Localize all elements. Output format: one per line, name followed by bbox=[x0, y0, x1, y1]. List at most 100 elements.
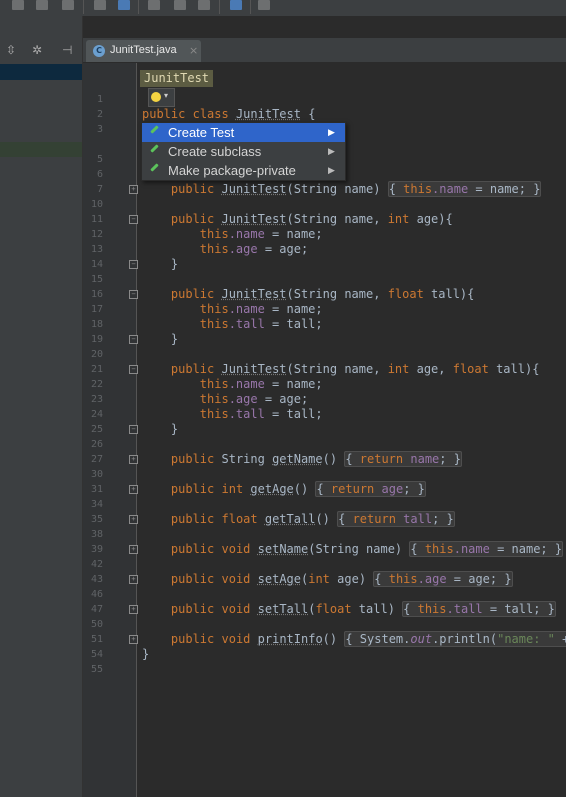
line-number-gutter: 1 2 3 5 6 7 10 11 12 13 14 15 16 17 18 1… bbox=[83, 63, 138, 797]
code-line: this.age = age; bbox=[199, 392, 309, 406]
line-number: 12 bbox=[90, 229, 103, 240]
fold-expand-icon[interactable]: + bbox=[129, 545, 138, 554]
fold-expand-icon[interactable]: + bbox=[129, 605, 138, 614]
editor-tab-bar: C JunitTest.java × bbox=[83, 38, 566, 63]
chevron-right-icon: ▶ bbox=[328, 127, 335, 137]
pencil-icon bbox=[150, 144, 159, 153]
code-line: this.name = name; bbox=[199, 377, 323, 391]
line-number: 11 bbox=[90, 214, 103, 225]
fold-collapse-icon[interactable]: − bbox=[129, 290, 138, 299]
line-number: 34 bbox=[90, 499, 103, 510]
code-line: public void setAge(int age) { this.age =… bbox=[170, 571, 513, 587]
run-icon[interactable] bbox=[12, 0, 24, 10]
fold-expand-icon[interactable]: + bbox=[129, 515, 138, 524]
line-number: 35 bbox=[90, 514, 103, 525]
line-number: 30 bbox=[90, 469, 103, 480]
fold-collapse-icon[interactable]: − bbox=[129, 260, 138, 269]
fold-collapse-icon[interactable]: − bbox=[129, 365, 138, 374]
project-tree-highlight-row[interactable] bbox=[0, 142, 82, 157]
fold-expand-icon[interactable]: + bbox=[129, 635, 138, 644]
code-line: this.age = age; bbox=[199, 242, 309, 256]
help-icon[interactable] bbox=[230, 0, 242, 10]
project-tree-selected-row[interactable] bbox=[0, 64, 82, 80]
debug-icon[interactable] bbox=[36, 0, 48, 10]
code-line: this.name = name; bbox=[199, 302, 323, 316]
code-line: public float getTall() { return tall; } bbox=[170, 511, 455, 527]
line-number: 15 bbox=[90, 274, 103, 285]
line-number: 21 bbox=[90, 364, 103, 375]
fold-collapse-icon[interactable]: − bbox=[129, 215, 138, 224]
line-number: 20 bbox=[90, 349, 103, 360]
toolbar-separator bbox=[250, 0, 251, 14]
lightbulb-icon[interactable] bbox=[151, 92, 161, 102]
project-panel: ⇳ ✲ ⊣ bbox=[0, 16, 83, 797]
line-number: 47 bbox=[90, 604, 103, 615]
fold-expand-icon[interactable]: + bbox=[129, 485, 138, 494]
line-number: 1 bbox=[96, 94, 103, 105]
fold-expand-icon[interactable]: + bbox=[129, 575, 138, 584]
line-number: 25 bbox=[90, 424, 103, 435]
code-line: } bbox=[142, 647, 150, 661]
sdk-manager-icon[interactable] bbox=[148, 0, 160, 10]
close-icon[interactable]: × bbox=[189, 44, 198, 57]
code-line: } bbox=[170, 422, 179, 436]
fold-expand-icon[interactable]: + bbox=[129, 185, 138, 194]
gear-icon[interactable]: ✲ bbox=[32, 43, 42, 57]
intention-actions-popup: Create Test ▶ Create subclass ▶ Make pac… bbox=[141, 122, 346, 181]
tab-label: JunitTest.java bbox=[110, 44, 177, 56]
menu-item-create-subclass[interactable]: Create subclass ▶ bbox=[142, 142, 345, 161]
toolbar-separator bbox=[83, 0, 84, 14]
line-number: 50 bbox=[90, 619, 103, 630]
code-line: public JunitTest(String name) { this.nam… bbox=[170, 181, 542, 197]
line-number: 31 bbox=[90, 484, 103, 495]
toolbar-separator bbox=[138, 0, 139, 14]
code-line: public void printInfo() { System.out.pri… bbox=[142, 631, 566, 647]
line-number: 39 bbox=[90, 544, 103, 555]
fold-collapse-icon[interactable]: − bbox=[129, 335, 138, 344]
line-number: 43 bbox=[90, 574, 103, 585]
code-line: public void setTall(float tall) { this.t… bbox=[170, 601, 556, 617]
code-line: } bbox=[170, 257, 179, 271]
class-breadcrumb[interactable]: JunitTest bbox=[140, 70, 214, 87]
collapse-all-icon[interactable]: ⇳ bbox=[6, 43, 16, 57]
line-number: 13 bbox=[90, 244, 103, 255]
device-monitor-icon[interactable] bbox=[258, 0, 270, 10]
line-number: 22 bbox=[90, 379, 103, 390]
java-class-icon: C bbox=[93, 45, 105, 57]
avd-manager-icon[interactable] bbox=[174, 0, 186, 10]
code-line: public void setName(String name) { this.… bbox=[170, 541, 564, 557]
android-icon[interactable] bbox=[198, 0, 210, 10]
line-number: 38 bbox=[90, 529, 103, 540]
stop-icon[interactable] bbox=[62, 0, 74, 10]
fold-collapse-icon[interactable]: − bbox=[129, 425, 138, 434]
line-number: 17 bbox=[90, 304, 103, 315]
main-toolbar bbox=[0, 0, 566, 17]
chevron-down-icon[interactable]: ▾ bbox=[164, 91, 168, 100]
line-number: 55 bbox=[90, 664, 103, 675]
line-number: 3 bbox=[96, 124, 103, 135]
line-number: 24 bbox=[90, 409, 103, 420]
line-number: 23 bbox=[90, 394, 103, 405]
line-number: 19 bbox=[90, 334, 103, 345]
build-icon[interactable] bbox=[94, 0, 106, 10]
menu-item-create-test[interactable]: Create Test ▶ bbox=[142, 123, 345, 142]
code-line: this.tall = tall; bbox=[199, 407, 323, 421]
chevron-right-icon: ▶ bbox=[328, 146, 335, 156]
line-number: 54 bbox=[90, 649, 103, 660]
code-line: } bbox=[170, 332, 179, 346]
structure-icon[interactable] bbox=[118, 0, 130, 10]
hide-panel-icon[interactable]: ⊣ bbox=[62, 43, 72, 57]
fold-expand-icon[interactable]: + bbox=[129, 455, 138, 464]
line-number: 2 bbox=[96, 109, 103, 120]
chevron-right-icon: ▶ bbox=[328, 165, 335, 175]
code-line: public class JunitTest { bbox=[142, 107, 316, 121]
line-number: 46 bbox=[90, 589, 103, 600]
code-line: public int getAge() { return age; } bbox=[170, 481, 426, 497]
line-number: 5 bbox=[96, 154, 103, 165]
code-line: this.tall = tall; bbox=[199, 317, 323, 331]
menu-item-make-package-private[interactable]: Make package-private ▶ bbox=[142, 161, 345, 180]
line-number: 27 bbox=[90, 454, 103, 465]
code-line: this.name = name; bbox=[199, 227, 323, 241]
pencil-icon bbox=[150, 163, 159, 172]
tab-junittest-java[interactable]: C JunitTest.java × bbox=[86, 40, 201, 62]
